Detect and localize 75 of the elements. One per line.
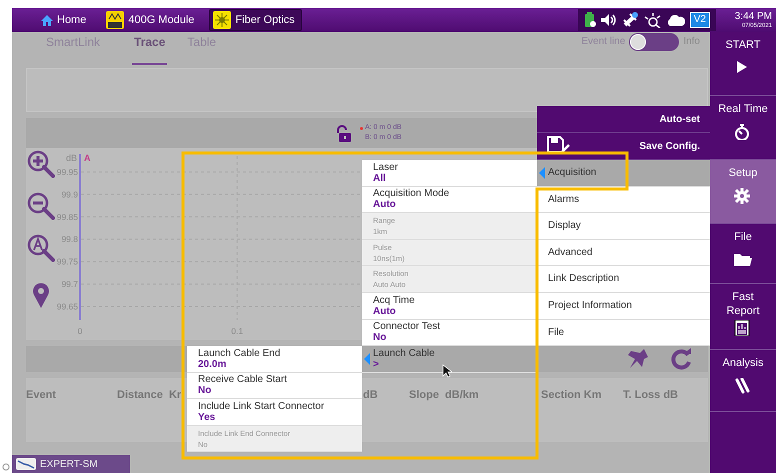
sidebar-button[interactable]: Analysis — [710, 350, 776, 412]
menu-item[interactable]: Display — [537, 213, 710, 240]
module-icon — [106, 11, 124, 29]
settings-icon — [734, 188, 752, 204]
setting-value: No — [373, 332, 386, 344]
setting-value: Auto — [373, 199, 396, 210]
location-pin-icon — [32, 282, 50, 308]
speaker-icon — [600, 13, 617, 27]
marker-dot-icon — [360, 126, 363, 130]
satellite-icon — [622, 12, 639, 28]
setting-row[interactable]: Launch Cable > — [362, 346, 537, 373]
setting-row[interactable]: Connector Test No — [362, 320, 537, 346]
column-header: Slope dB/km — [409, 389, 479, 401]
app-tab[interactable]: Home — [38, 9, 90, 31]
menu-item[interactable]: File — [537, 320, 710, 346]
setting-value: 20.0m — [198, 358, 226, 370]
app-tab[interactable]: Fiber Optics — [209, 9, 302, 31]
folder-icon — [734, 252, 752, 268]
trace-mode-tab[interactable]: EXPERT-SM — [12, 455, 130, 473]
zoom-out-icon — [27, 192, 55, 220]
menu-item[interactable]: Advanced — [537, 240, 710, 266]
setting-row[interactable]: Include Link Start Connector Yes — [187, 399, 362, 426]
setting-row[interactable]: Launch Cable End 20.0m — [187, 346, 362, 373]
setting-label: Include Link Start Connector — [198, 400, 324, 412]
cloud-icon — [666, 14, 685, 26]
starburst-icon — [213, 11, 232, 29]
setting-label: Acquisition Mode — [373, 188, 450, 200]
app-tab[interactable]: 400G Module — [103, 9, 198, 31]
setting-label: Acq Time — [373, 294, 415, 306]
menu-action[interactable]: Auto-set — [537, 106, 710, 133]
column-header: dB — [363, 389, 378, 401]
selection-triangle-icon — [364, 353, 370, 366]
setting-row[interactable]: Laser All — [362, 160, 537, 187]
menu-action[interactable]: Save Config. — [537, 133, 710, 160]
menu-item[interactable]: Project Information — [537, 292, 710, 320]
clock-time: 3:44 PM — [734, 12, 772, 22]
column-header: Distance Kr — [117, 389, 182, 401]
setting-value: Auto — [373, 306, 396, 317]
setting-label: Laser — [373, 162, 398, 173]
sidebar-button[interactable]: Setup — [710, 160, 776, 224]
refresh-icon — [670, 348, 692, 370]
pointer-icon — [442, 364, 452, 378]
menu-item[interactable]: Link Description — [537, 266, 710, 293]
radio-circle-icon — [2, 463, 10, 471]
setting-label: Launch Cable — [373, 348, 435, 359]
setting-value: > — [373, 358, 379, 370]
column-header: T. Loss dB — [623, 389, 678, 401]
setting-label: Connector Test — [373, 321, 440, 332]
magnifier-icon — [644, 12, 661, 28]
tools-icon — [734, 378, 752, 394]
setting-value: Yes — [198, 412, 216, 423]
setting-value: All — [373, 172, 386, 184]
menu-item[interactable]: Acquisition — [537, 160, 710, 187]
home-icon — [41, 14, 53, 26]
setting-row[interactable]: Receive Cable Start No — [187, 372, 362, 400]
zoom-in-icon — [27, 150, 55, 178]
trace-thumbnail-icon — [16, 458, 36, 470]
unlocked-padlock-icon — [335, 124, 352, 142]
pushpin-icon — [628, 349, 648, 369]
stopwatch-icon — [734, 124, 752, 140]
sidebar-button[interactable]: START — [710, 32, 776, 96]
battery-icon — [584, 12, 596, 28]
column-header: Section Km — [541, 389, 602, 401]
setting-label: Receive Cable Start — [198, 374, 287, 386]
setting-label: Launch Cable End — [198, 348, 280, 359]
toggle-switch[interactable] — [629, 33, 680, 51]
column-header: Event — [26, 389, 56, 401]
auto-zoom-icon — [27, 234, 55, 262]
report-icon — [734, 320, 752, 336]
setting-row[interactable]: Acquisition Mode Auto — [362, 186, 537, 214]
version-badge: V2 — [690, 12, 710, 28]
setting-row[interactable]: Acq Time Auto — [362, 292, 537, 320]
setting-value: No — [198, 385, 212, 396]
marker-label: A — [84, 153, 90, 163]
selection-triangle-icon — [539, 167, 545, 179]
